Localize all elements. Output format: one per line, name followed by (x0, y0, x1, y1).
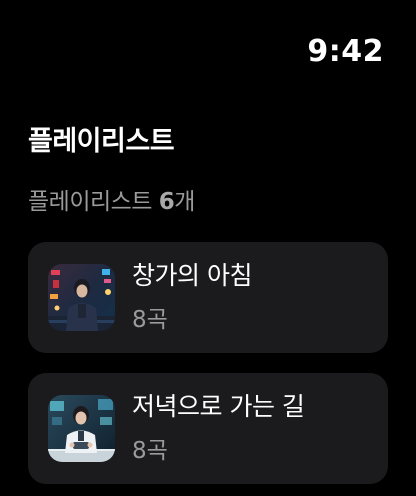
playlist-title: 창가의 아침 (132, 261, 252, 290)
playlist-track-count: 8곡 (132, 307, 168, 333)
playlist-card[interactable]: 창가의 아침 8곡 (28, 242, 388, 353)
status-time: 9:42 (307, 34, 384, 69)
playlist-count-prefix: 플레이리스트 (28, 189, 159, 215)
playlist-count-value: 6 (158, 189, 175, 215)
playlist-count-suffix: 개 (174, 189, 195, 215)
city-night-portrait-artwork (48, 264, 115, 331)
playlist-track-count: 8곡 (132, 438, 168, 464)
playlist-count: 플레이리스트 6개 (28, 184, 195, 220)
page-title: 플레이리스트 (28, 126, 175, 157)
lab-portrait-artwork (48, 395, 115, 462)
playlist-screen: 9:42 플레이리스트 플레이리스트 6개 창가의 아침 8곡 저녁으로 가는 … (0, 0, 416, 496)
playlist-title: 저녁으로 가는 길 (132, 392, 305, 421)
playlist-card[interactable]: 저녁으로 가는 길 8곡 (28, 373, 388, 484)
